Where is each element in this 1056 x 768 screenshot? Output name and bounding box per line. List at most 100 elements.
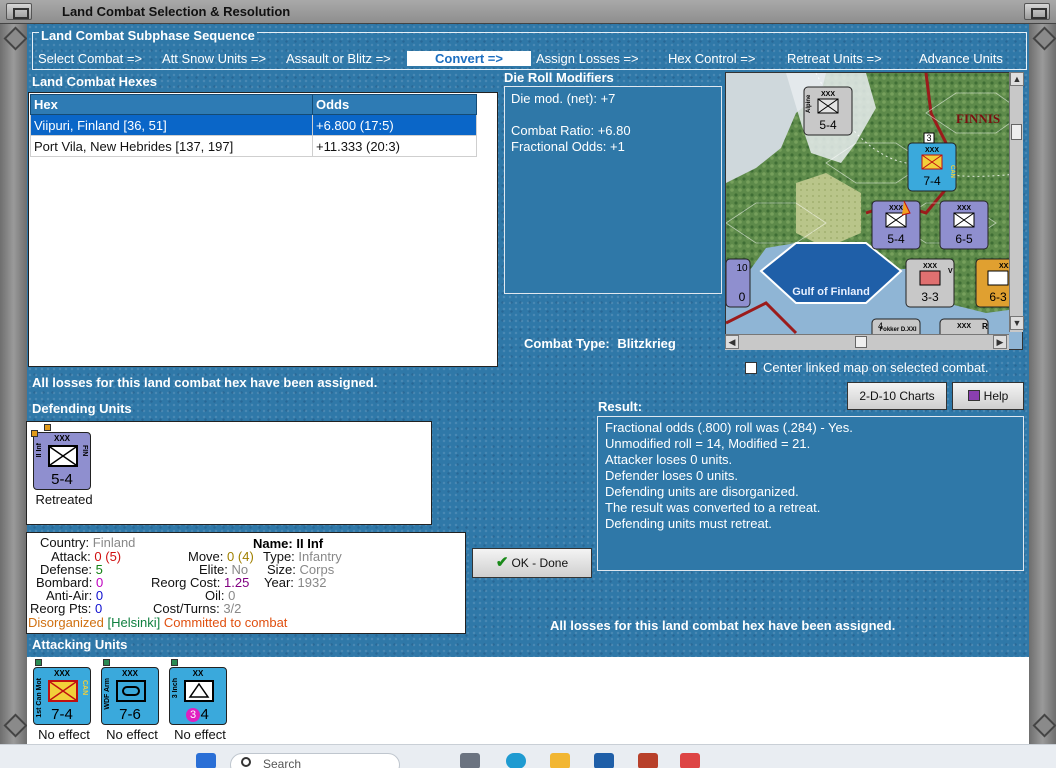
step-advance-units[interactable]: Advance Units [919, 51, 1003, 66]
result-panel: Fractional odds (.800) roll was (.284) -… [597, 416, 1024, 571]
step-retreat-units[interactable]: Retreat Units => [787, 51, 882, 66]
combat-ratio: Combat Ratio: +6.80 [511, 123, 631, 138]
task-view-icon[interactable] [460, 753, 480, 768]
ok-done-button[interactable]: ✔ OK - Done [472, 548, 592, 578]
step-assign-losses[interactable]: Assign Losses => [536, 51, 639, 66]
scroll-up-icon[interactable]: ▲ [1010, 72, 1024, 86]
losses-message-left: All losses for this land combat hex have… [32, 375, 378, 390]
cost-turns-row: Cost/Turns: 3/2 [153, 601, 242, 616]
charts-button[interactable]: 2-D-10 Charts [847, 382, 947, 410]
result-line: The result was converted to a retreat. [605, 500, 821, 515]
infantry-symbol-icon [48, 445, 78, 467]
unit-counter[interactable]: XXX WDF Arm 7-6 [101, 667, 159, 725]
reorg-pts-row: Reorg Pts: 0 [30, 601, 103, 616]
game-app-icon[interactable] [638, 753, 658, 768]
attacking-unit[interactable]: XXX 1st Can Mot CAN 7-4 No effect [33, 667, 95, 742]
map-horizontal-scrollbar[interactable]: ◀ ▶ [725, 334, 1009, 350]
combat-type: Combat Type: Blitzkrieg [524, 336, 676, 351]
attacking-title: Attacking Units [32, 637, 128, 652]
map-unit-ii-mot[interactable]: XXX 6-5 [939, 200, 989, 250]
linked-map[interactable]: Gulf of Finland FINNIS XXX 5-4 Alpine XX… [725, 72, 1023, 350]
map-svg[interactable]: Gulf of Finland FINNIS XXX 5-4 Alpine XX… [726, 73, 1023, 350]
unit-counter[interactable]: XXX II Inf FIN 5-4 [33, 432, 91, 490]
help-button[interactable]: Help [952, 382, 1024, 410]
unit-size: XXX [53, 434, 70, 443]
svg-text:6-5: 6-5 [955, 232, 973, 246]
unit-nationality: CAN [81, 680, 88, 696]
unit-status: Retreated [35, 492, 93, 507]
browser-icon[interactable] [506, 753, 526, 768]
unit-status: No effect [174, 727, 226, 742]
svg-text:V: V [948, 268, 953, 275]
help-button-label: Help [983, 389, 1009, 403]
window-menu-icon[interactable] [6, 3, 32, 20]
table-row[interactable]: Port Vila, New Hebrides [137, 197] +11.3… [30, 135, 477, 157]
taskbar-search[interactable]: Search [230, 753, 400, 768]
armor-symbol-icon [116, 680, 146, 702]
result-line: Unmodified roll = 14, Modified = 21. [605, 436, 811, 451]
year-row: Year: 1932 [264, 575, 327, 590]
step-assault-or-blitz[interactable]: Assault or Blitz => [286, 51, 391, 66]
search-icon [241, 757, 251, 767]
unit-nationality: FIN [81, 445, 88, 457]
defending-unit[interactable]: XXX II Inf FIN 5-4 Retreated [33, 432, 95, 507]
map-stack-badge: 3 [923, 132, 935, 144]
step-hex-control[interactable]: Hex Control => [668, 51, 755, 66]
map-unit-ii-inf[interactable]: XXX 5-4 [871, 200, 921, 250]
hex-table: Hex Odds Viipuri, Finland [36, 51] +6.80… [30, 94, 477, 157]
result-line: Attacker loses 0 units. [605, 452, 733, 467]
result-line: Fractional odds (.800) roll was (.284) -… [605, 420, 853, 435]
start-icon[interactable] [196, 753, 216, 768]
center-map-checkbox[interactable] [745, 362, 757, 374]
center-map-label[interactable]: Center linked map on selected combat. [763, 360, 988, 375]
checkmark-icon: ✔ [495, 554, 509, 571]
step-convert-active[interactable]: Convert => [407, 51, 531, 66]
svg-text:XXX: XXX [923, 263, 937, 270]
table-row[interactable]: Viipuri, Finland [36, 51] +6.800 (17:5) [30, 114, 477, 136]
map-unit-edge-left[interactable]: 10 0 [726, 258, 751, 308]
column-header-odds[interactable]: Odds [312, 94, 477, 115]
column-header-hex[interactable]: Hex [30, 94, 313, 115]
svg-text:3-3: 3-3 [921, 290, 939, 304]
store-icon[interactable] [594, 753, 614, 768]
scroll-right-icon[interactable]: ▶ [993, 335, 1007, 349]
vertical-scroll-thumb[interactable] [1011, 124, 1022, 140]
attacking-units-panel: XXX 1st Can Mot CAN 7-4 No effect XXX WD… [27, 657, 1029, 744]
map-unit-1st-can-mot[interactable]: XXX 7-4 CAN [907, 142, 957, 192]
unit-badge: 3 [186, 708, 200, 722]
window-titlebar: Land Combat Selection & Resolution [0, 0, 1056, 24]
unit-marker [44, 424, 51, 431]
file-explorer-icon[interactable] [550, 753, 570, 768]
step-select-combat[interactable]: Select Combat => [38, 51, 142, 66]
help-book-icon [967, 390, 980, 401]
unit-counter[interactable]: XXX 1st Can Mot CAN 7-4 [33, 667, 91, 725]
result-line: Defending units must retreat. [605, 516, 772, 531]
unit-counter[interactable]: XX 3 Inch 3-4 3 [169, 667, 227, 725]
svg-text:XXX: XXX [821, 91, 835, 98]
losses-message-right: All losses for this land combat hex have… [550, 618, 896, 633]
subphase-sequence: Land Combat Subphase Sequence Select Com… [32, 28, 1027, 70]
attacking-unit[interactable]: XXX WDF Arm 7-6 No effect [101, 667, 163, 742]
svg-text:6-3: 6-3 [989, 290, 1007, 304]
subphase-title: Land Combat Subphase Sequence [39, 28, 257, 43]
svg-text:XXX: XXX [925, 147, 939, 154]
unit-name: WDF Arm [104, 678, 111, 710]
map-region-label: FINNIS [956, 111, 1000, 126]
scroll-down-icon[interactable]: ▼ [1010, 316, 1024, 330]
map-unit-alpine[interactable]: XXX 5-4 Alpine [803, 86, 853, 136]
step-att-snow-units[interactable]: Att Snow Units => [162, 51, 266, 66]
unit-size: XXX [121, 669, 138, 678]
die-roll-panel: Die mod. (net): +7 Combat Ratio: +6.80 F… [504, 86, 722, 294]
unit-status: No effect [106, 727, 158, 742]
horizontal-scroll-thumb[interactable] [855, 336, 867, 348]
map-vertical-scrollbar[interactable]: ▲ ▼ [1009, 72, 1024, 332]
window-maximize-icon[interactable] [1024, 3, 1050, 20]
result-line: Defending units are disorganized. [605, 484, 799, 499]
attacking-unit[interactable]: XX 3 Inch 3-4 3 No effect [169, 667, 231, 742]
combat-type-value: Blitzkrieg [617, 336, 676, 351]
dialog-body: Land Combat Subphase Sequence Select Com… [26, 24, 1029, 744]
app-icon[interactable] [680, 753, 700, 768]
map-unit-pojhois[interactable]: XXX 3-3 V [905, 258, 955, 308]
scroll-left-icon[interactable]: ◀ [725, 335, 739, 349]
result-line: Defender loses 0 units. [605, 468, 738, 483]
